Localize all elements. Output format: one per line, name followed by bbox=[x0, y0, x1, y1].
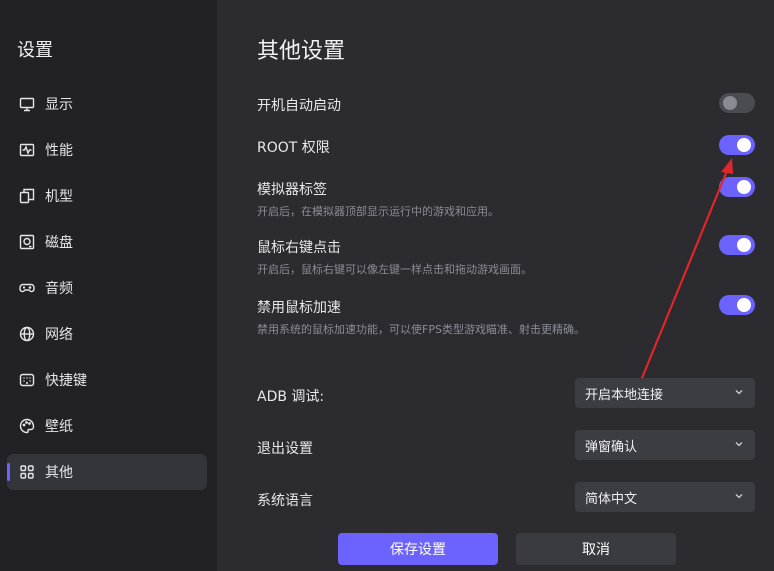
select-value: 弹窗确认 bbox=[585, 439, 638, 455]
page-title: 其他设置 bbox=[257, 39, 346, 64]
select-value: 开启本地连接 bbox=[585, 387, 664, 403]
monitor-icon bbox=[19, 96, 35, 112]
sidebar-item-audio[interactable]: 音频 bbox=[7, 270, 207, 306]
sidebar-item-model[interactable]: 机型 bbox=[7, 178, 207, 214]
setting-label-emulator-tab: 模拟器标签 bbox=[257, 182, 327, 198]
toggle-knob bbox=[737, 298, 751, 312]
sidebar-item-label: 快捷键 bbox=[45, 373, 87, 389]
save-button[interactable]: 保存设置 bbox=[338, 533, 498, 565]
select-value: 简体中文 bbox=[585, 491, 638, 507]
sidebar-item-network[interactable]: 网络 bbox=[7, 316, 207, 352]
setting-desc-right-click: 开启后，鼠标右键可以像左键一样点击和拖动游戏画面。 bbox=[257, 263, 532, 276]
toggle-knob bbox=[737, 138, 751, 152]
chevron-down-icon bbox=[735, 390, 743, 395]
setting-label-mouse-accel: 禁用鼠标加速 bbox=[257, 300, 341, 316]
keyboard-icon bbox=[19, 372, 35, 388]
main-panel: 其他设置 开机自动启动 ROOT 权限 模拟器标签 开启后，在模拟器顶部显示运行… bbox=[217, 0, 774, 571]
disk-icon bbox=[19, 234, 35, 250]
toggle-knob bbox=[723, 96, 737, 110]
sidebar-item-label: 显示 bbox=[45, 97, 73, 113]
sidebar-item-label: 壁纸 bbox=[45, 419, 73, 435]
setting-label-right-click: 鼠标右键点击 bbox=[257, 240, 341, 256]
gamepad-icon bbox=[19, 280, 35, 296]
sidebar-item-label: 机型 bbox=[45, 189, 73, 205]
sidebar-item-display[interactable]: 显示 bbox=[7, 86, 207, 122]
system-language-label: 系统语言 bbox=[257, 493, 313, 509]
toggle-knob bbox=[737, 180, 751, 194]
exit-settings-label: 退出设置 bbox=[257, 441, 313, 457]
sidebar-item-label: 磁盘 bbox=[45, 235, 73, 251]
grid-icon bbox=[19, 464, 35, 480]
palette-icon bbox=[19, 418, 35, 434]
chevron-down-icon bbox=[735, 494, 743, 499]
sidebar-item-other[interactable]: 其他 bbox=[7, 454, 207, 490]
setting-label-root: ROOT 权限 bbox=[257, 140, 330, 156]
sidebar-item-performance[interactable]: 性能 bbox=[7, 132, 207, 168]
sidebar-item-label: 网络 bbox=[45, 327, 73, 343]
adb-debug-select[interactable]: 开启本地连接 bbox=[575, 378, 755, 408]
system-language-select[interactable]: 简体中文 bbox=[575, 482, 755, 512]
sidebar-item-disk[interactable]: 磁盘 bbox=[7, 224, 207, 260]
sidebar-item-label: 其他 bbox=[45, 465, 73, 481]
autostart-toggle[interactable] bbox=[719, 93, 755, 113]
devices-icon bbox=[19, 188, 35, 204]
sidebar: 设置 显示 性能 机型 磁盘 音频 网络 快捷键 壁纸 其他 bbox=[0, 0, 217, 571]
adb-debug-label: ADB 调试: bbox=[257, 389, 325, 405]
sidebar-title: 设置 bbox=[17, 40, 53, 61]
chevron-down-icon bbox=[735, 442, 743, 447]
toggle-knob bbox=[737, 238, 751, 252]
sidebar-item-wallpaper[interactable]: 壁纸 bbox=[7, 408, 207, 444]
mouse-accel-toggle[interactable] bbox=[719, 295, 755, 315]
cancel-button[interactable]: 取消 bbox=[516, 533, 676, 565]
sidebar-item-label: 音频 bbox=[45, 281, 73, 297]
activity-icon bbox=[19, 142, 35, 158]
exit-settings-select[interactable]: 弹窗确认 bbox=[575, 430, 755, 460]
root-permission-toggle[interactable] bbox=[719, 135, 755, 155]
setting-label-autostart: 开机自动启动 bbox=[257, 98, 341, 114]
sidebar-item-label: 性能 bbox=[45, 143, 73, 159]
globe-icon bbox=[19, 326, 35, 342]
setting-desc-mouse-accel: 禁用系统的鼠标加速功能，可以使FPS类型游戏瞄准、射击更精确。 bbox=[257, 323, 585, 336]
sidebar-item-shortcuts[interactable]: 快捷键 bbox=[7, 362, 207, 398]
setting-desc-emulator-tab: 开启后，在模拟器顶部显示运行中的游戏和应用。 bbox=[257, 205, 499, 218]
emulator-tab-toggle[interactable] bbox=[719, 177, 755, 197]
right-click-toggle[interactable] bbox=[719, 235, 755, 255]
